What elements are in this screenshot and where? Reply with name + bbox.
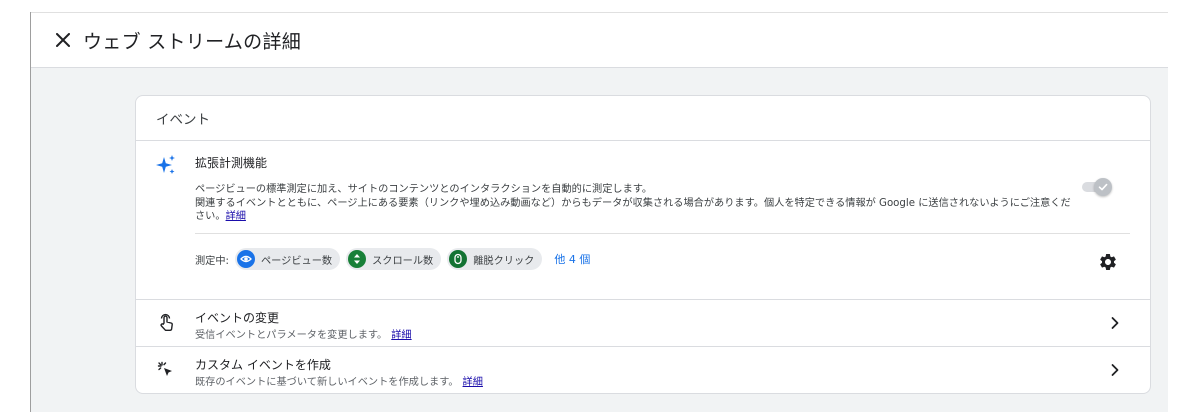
- chip-scrolls[interactable]: スクロール数: [346, 248, 442, 270]
- more-link[interactable]: 他 4 個: [554, 251, 590, 267]
- chip-page-views[interactable]: ページビュー数: [235, 248, 341, 270]
- row-title: カスタム イベントを作成: [195, 358, 331, 372]
- eye-icon: [237, 250, 255, 268]
- touch-icon: [160, 313, 173, 331]
- row-title: イベントの変更: [195, 311, 280, 325]
- enhanced-measurement-description: ページビューの標準測定に加え、サイトのコンテンツとのインタラクションを自動的に測…: [195, 183, 1075, 224]
- chip-outbound-clicks[interactable]: 離脱クリック: [447, 248, 543, 270]
- learn-more-link[interactable]: 詳細: [391, 330, 411, 341]
- create-custom-event-row[interactable]: カスタム イベントを作成 既存のイベントに基づいて新しいイベントを作成します。詳…: [136, 347, 1150, 393]
- page-title: ウェブ ストリームの詳細: [83, 30, 302, 53]
- description-line-1: ページビューの標準測定に加え、サイトのコンテンツとのインタラクションを自動的に測…: [195, 184, 653, 195]
- chevron-right-icon: [1111, 364, 1119, 376]
- learn-more-link[interactable]: 詳細: [226, 211, 246, 222]
- row-subtitle: 受信イベントとパラメータを変更します。 詳細: [195, 326, 412, 341]
- row-subtitle-text: 受信イベントとパラメータを変更します。: [195, 330, 388, 341]
- gear-icon[interactable]: [1098, 252, 1118, 272]
- enhanced-measurement-toggle[interactable]: [1082, 178, 1114, 196]
- modify-events-row[interactable]: イベントの変更 受信イベントとパラメータを変更します。 詳細: [136, 300, 1150, 347]
- learn-more-link[interactable]: 詳細: [463, 377, 483, 388]
- enhanced-measurement-section: 拡張計測機能 ページビューの標準測定に加え、サイトのコンテンツとのインタラクショ…: [136, 141, 1150, 300]
- measuring-row: 測定中: ページビュー数 スクロール数 離脱クリック 他 4 個: [195, 248, 590, 270]
- sparkle-icon: [156, 155, 175, 174]
- card-title: イベント: [136, 96, 1150, 141]
- mouse-icon: [449, 250, 468, 268]
- events-card: イベント 拡張計測機能 ページビューの標準測定に加え、サイトのコンテンツとのイン…: [135, 95, 1151, 394]
- divider: [195, 233, 1130, 234]
- chip-label: スクロール数: [372, 255, 434, 267]
- chip-label: 離脱クリック: [473, 255, 535, 267]
- content-area: イベント 拡張計測機能 ページビューの標準測定に加え、サイトのコンテンツとのイン…: [31, 68, 1168, 412]
- page-header: ウェブ ストリームの詳細: [31, 13, 1168, 68]
- row-subtitle-text: 既存のイベントに基づいて新しいイベントを作成します。: [195, 377, 459, 388]
- scroll-icon: [348, 250, 367, 268]
- enhanced-measurement-title: 拡張計測機能: [195, 156, 268, 170]
- description-line-2: 関連するイベントとともに、ページ上にある要素（リンクや埋め込み動画など）からもデ…: [195, 197, 1071, 223]
- toggle-thumb: [1094, 178, 1112, 196]
- check-icon: [1098, 183, 1108, 191]
- chevron-right-icon: [1111, 317, 1119, 329]
- close-button[interactable]: [53, 30, 73, 50]
- close-icon: [56, 33, 70, 47]
- chip-label: ページビュー数: [261, 255, 333, 267]
- measuring-label: 測定中:: [195, 255, 229, 267]
- row-subtitle: 既存のイベントに基づいて新しいイベントを作成します。 詳細: [195, 373, 483, 388]
- click-icon: [157, 361, 172, 376]
